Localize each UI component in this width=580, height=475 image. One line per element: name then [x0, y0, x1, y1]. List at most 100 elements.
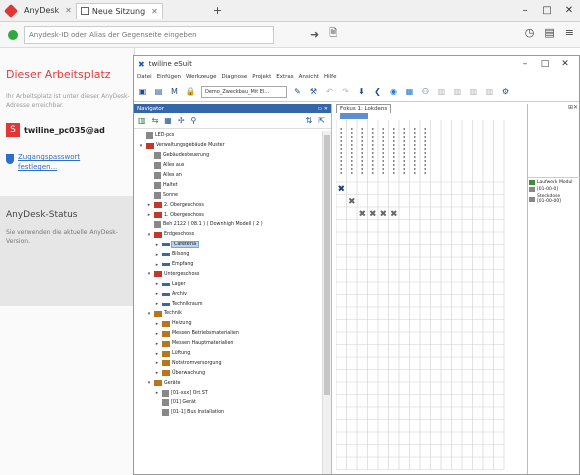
expand-icon[interactable]: ▾ — [146, 311, 152, 317]
expand-icon[interactable]: ▸ — [154, 390, 160, 396]
expand-icon[interactable]: ▸ — [154, 370, 160, 376]
close-window-icon[interactable]: ✕ — [558, 0, 580, 22]
tree-item[interactable]: ▸ Technikraum — [134, 299, 320, 309]
minimize-icon[interactable]: – — [514, 0, 536, 22]
expand-icon[interactable]: ▸ — [154, 360, 160, 366]
expand-icon[interactable]: ▸ — [154, 351, 160, 357]
tree-item[interactable]: [01-1] Bus Installation — [134, 408, 320, 418]
panel-close-icon[interactable]: ▭ ✕ — [317, 106, 328, 112]
expand-icon[interactable]: ▸ — [154, 252, 160, 258]
maximize-icon[interactable]: □ — [536, 0, 558, 22]
tree-item[interactable]: ▸ Überwachung — [134, 368, 320, 378]
tree-item[interactable]: Sonne — [134, 190, 320, 200]
property-item[interactable]: Steckdose [01-00-00] — [529, 194, 580, 204]
expand-icon[interactable]: ▸ — [154, 331, 160, 337]
back-icon[interactable]: ❮ — [372, 86, 383, 97]
tree-item[interactable]: Haltet — [134, 180, 320, 190]
maximize-icon[interactable]: □ — [535, 56, 555, 72]
grid-icon-3[interactable]: ▥ — [468, 86, 479, 97]
grid-icon-1[interactable]: ▥ — [436, 86, 447, 97]
light-icon[interactable]: ⚇ — [420, 86, 431, 97]
tree-item[interactable]: Alles aus — [134, 161, 320, 171]
new-file-icon[interactable]: ▣ — [137, 86, 148, 97]
connect-arrow-icon[interactable]: ➜ — [310, 28, 319, 41]
tree-item[interactable]: ▾ Geräte — [134, 378, 320, 388]
menu-item-0[interactable]: Datei — [137, 74, 152, 80]
expand-icon[interactable]: ▸ — [154, 262, 160, 268]
tool-icon[interactable]: ⚒ — [308, 86, 319, 97]
matrix-subtab[interactable] — [340, 113, 368, 119]
tree-item[interactable]: [01] Gerät — [134, 398, 320, 408]
tree-item[interactable]: ▾ Erdgeschoss — [134, 230, 320, 240]
download-icon[interactable]: ⬇ — [356, 86, 367, 97]
assignment-matrix[interactable]: ✖ ✖ ✖ ✖ ✖ ✖ — [336, 120, 524, 472]
move-icon[interactable]: ✢ — [178, 116, 185, 125]
history-icon[interactable]: ◷ — [525, 26, 535, 39]
close-window-icon[interactable]: ✕ — [555, 56, 575, 72]
tree-item[interactable]: ▸ Notstromversorgung — [134, 358, 320, 368]
tree-item[interactable]: Gebäudesteuerung — [134, 151, 320, 161]
new-tab-button[interactable]: + — [213, 4, 222, 17]
collapse-icon[interactable]: ⇱ — [318, 116, 325, 125]
structure-icon[interactable]: ▦ — [164, 116, 172, 125]
file-transfer-icon[interactable]: 🗎 — [329, 26, 337, 43]
tree-item[interactable]: ▾ Technik — [134, 309, 320, 319]
tree-item[interactable]: ▾ Verwaltungsgebäude Muster — [134, 141, 320, 151]
tree-item[interactable]: LED-pcs — [134, 131, 320, 141]
search-icon[interactable]: ⚲ — [191, 116, 197, 125]
play-icon[interactable]: ◉ — [388, 86, 399, 97]
remote-address-input[interactable] — [24, 25, 274, 44]
menu-item-4[interactable]: Projekt — [252, 74, 271, 80]
property-item[interactable]: [01-00-0] — [529, 187, 580, 192]
expand-icon[interactable]: ▾ — [146, 380, 152, 386]
expand-icon[interactable]: ▸ — [146, 212, 152, 218]
tree-item[interactable]: ▸ Messen Hauptmaterialien — [134, 339, 320, 349]
tree-item[interactable]: Beh 2122 ( 08.1 ) ( Downhigh Modell ( 2 … — [134, 220, 320, 230]
model-icon[interactable]: M — [169, 86, 180, 97]
minimize-icon[interactable]: – — [515, 56, 535, 72]
expand-icon[interactable]: ▸ — [154, 291, 160, 297]
menu-item-1[interactable]: Einfügen — [157, 74, 181, 80]
menu-item-2[interactable]: Werkzeuge — [186, 74, 217, 80]
desk-id[interactable]: twiline_pc035@ad — [24, 126, 105, 135]
project-combo[interactable]: Demo_Zweckbau_Mit El... — [201, 85, 287, 98]
tree-item[interactable]: ▸ Lüftung — [134, 349, 320, 359]
expand-icon[interactable]: ▸ — [154, 321, 160, 327]
tab-matrix[interactable]: Fokus 1: Lokdens — [336, 104, 392, 113]
tree-view-icon[interactable]: ▥ — [138, 116, 146, 125]
menu-item-3[interactable]: Diagnose — [222, 74, 248, 80]
tree-item[interactable]: ▸ 2. Obergeschoss — [134, 200, 320, 210]
tree-item[interactable]: ▸ Empfang — [134, 260, 320, 270]
expand-icon[interactable]: ▸ — [154, 242, 160, 248]
undo-icon[interactable]: ↶ — [324, 86, 335, 97]
tab-anydesk[interactable]: AnyDesk ✕ — [20, 3, 76, 19]
grid-icon-4[interactable]: ▥ — [484, 86, 495, 97]
expand-icon[interactable]: ▾ — [146, 232, 152, 238]
expand-icon[interactable]: ▾ — [146, 271, 152, 277]
tree-item[interactable]: ▸ 1. Obergeschoss — [134, 210, 320, 220]
grid-icon-2[interactable]: ▥ — [452, 86, 463, 97]
filter-icon[interactable]: ⇆ — [152, 116, 159, 125]
expand-icon[interactable]: ▸ — [146, 202, 152, 208]
scrollbar-thumb[interactable] — [324, 135, 330, 395]
expand-icon[interactable]: ▾ — [138, 143, 144, 149]
sort-icon[interactable]: ⇅ — [306, 116, 313, 125]
expand-icon[interactable]: ▸ — [154, 341, 160, 347]
address-book-icon[interactable]: ▤ — [544, 26, 554, 39]
close-icon[interactable]: ✕ — [151, 7, 158, 16]
save-icon[interactable]: ▤ — [153, 86, 164, 97]
tree-item[interactable]: Alles an — [134, 171, 320, 181]
tree-item[interactable]: ▸ Messen Betriebsmaterialien — [134, 329, 320, 339]
expand-icon[interactable]: ▸ — [154, 281, 160, 287]
edit-icon[interactable]: ✎ — [292, 86, 303, 97]
tree-item[interactable]: ▸ Archiv — [134, 289, 320, 299]
set-password-link[interactable]: Zugangspasswort festlegen... — [18, 152, 98, 172]
expand-icon[interactable]: ▸ — [154, 301, 160, 307]
navigator-scrollbar[interactable] — [322, 131, 331, 474]
tab-new-session[interactable]: Neue Sitzung ✕ — [75, 2, 163, 19]
tree-item[interactable]: ▾ Untergeschoss — [134, 269, 320, 279]
tree-item[interactable]: ▸ Heizung — [134, 319, 320, 329]
tree-item[interactable]: ▸ Lager — [134, 279, 320, 289]
menu-item-6[interactable]: Ansicht — [299, 74, 319, 80]
close-icon[interactable]: ✕ — [65, 6, 72, 15]
